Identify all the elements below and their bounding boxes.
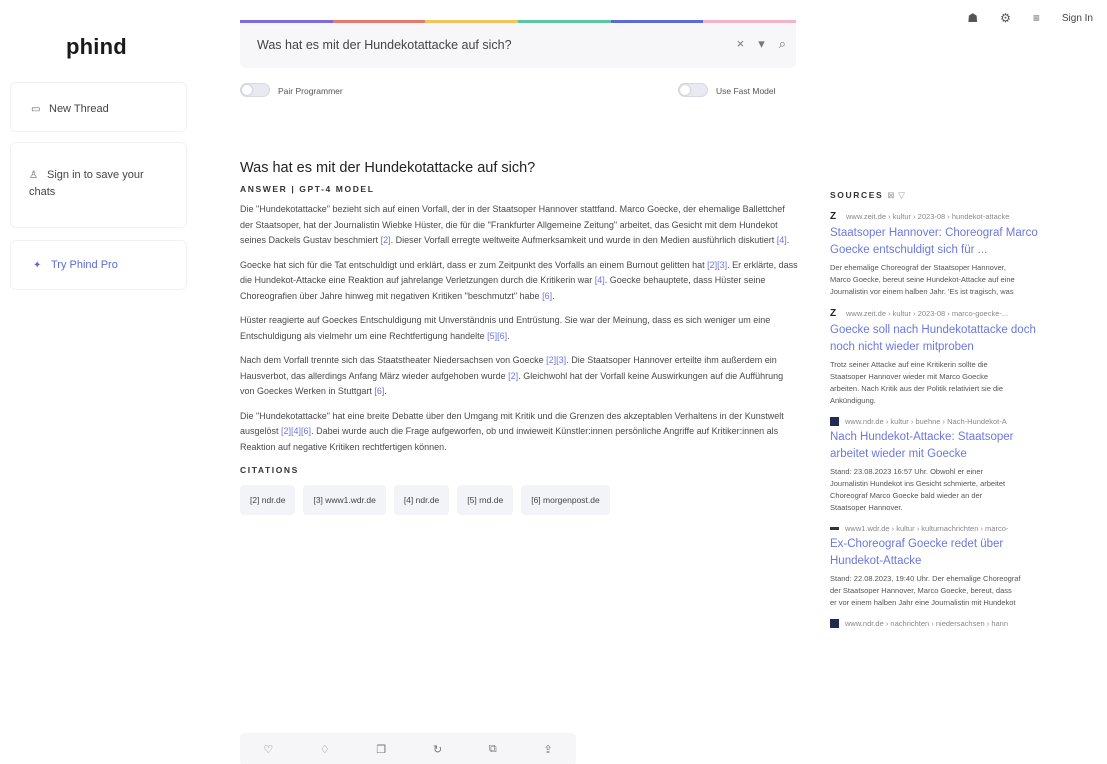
citation-chip[interactable]: [3] www1.wdr.de [303, 485, 386, 515]
citation-ref[interactable]: [2] [381, 235, 391, 245]
settings-icon[interactable]: ⚙ [1000, 11, 1011, 25]
citation-list: [2] ndr.de [3] www1.wdr.de [4] ndr.de [5… [240, 485, 798, 515]
top-right-toolbar: ☗ ⚙ ≡ Sign In [967, 11, 1093, 25]
answer-paragraph: Goecke hat sich für die Tat entschuldigt… [240, 259, 798, 301]
sparkle-icon: ✦ [33, 260, 42, 271]
citation-chip[interactable]: [4] ndr.de [393, 485, 450, 515]
expand-icon[interactable]: ⊠ [887, 190, 894, 200]
source-url: www1.wdr.de › kultur › kulturnachrichten… [845, 524, 1009, 533]
citations-label: CITATIONS [240, 465, 299, 475]
pair-programmer-label: Pair Programmer [278, 86, 343, 96]
search-input[interactable]: Was hat es mit der Hundekotattacke auf s… [257, 38, 512, 52]
source-url: www.ndr.de › nachrichten › niedersachsen… [845, 619, 1009, 628]
question-title: Was hat es mit der Hundekotattacke auf s… [240, 160, 536, 176]
share-icon[interactable]: ⧉ [489, 743, 497, 756]
wdr-favicon-icon [830, 527, 839, 530]
zeit-favicon-icon: Z [830, 211, 837, 222]
zeit-favicon-icon: Z [830, 308, 837, 319]
answer-paragraph: Hüster reagierte auf Goeckes Entschuldig… [240, 315, 771, 341]
source-title[interactable]: Ex-Choreograf Goecke redet über Hundekot-… [830, 536, 1107, 570]
sign-in-save-label: Sign in to save your chats [29, 169, 144, 198]
copy-icon[interactable]: ❐ [376, 743, 386, 756]
sources-label: SOURCES [830, 190, 884, 200]
citation-ref[interactable]: [2][3] [707, 260, 727, 270]
fast-model-toggle[interactable] [678, 83, 708, 97]
new-thread-label: New Thread [49, 103, 109, 115]
answer-model-label: ANSWER | GPT-4 MODEL [240, 184, 375, 194]
answer-actions: ♡ ♢ ❐ ↻ ⧉ ⇪ [240, 733, 576, 764]
try-pro-button[interactable]: ✦ Try Phind Pro [10, 240, 187, 290]
source-snippet: Stand: 22.08.2023, 19:40 Uhr. Der ehemal… [830, 574, 1021, 607]
answer-paragraph: Die "Hundekotattacke" hat eine breite De… [240, 410, 784, 452]
filter-icon[interactable]: ▽ [898, 190, 905, 200]
try-pro-label: Try Phind Pro [51, 259, 118, 271]
citation-chip[interactable]: [5] rnd.de [457, 485, 514, 515]
citation-ref[interactable]: [6] [374, 386, 384, 396]
search-box[interactable]: Was hat es mit der Hundekotattacke auf s… [240, 23, 796, 68]
source-url: www.zeit.de › kultur › 2023-08 › marco-g… [846, 309, 1009, 318]
thumbs-up-icon[interactable]: ♡ [263, 743, 273, 756]
sidebar: phind ▭ New Thread ♙ Sign in to save your … [0, 0, 195, 764]
citation-ref[interactable]: [5][6] [487, 331, 507, 341]
close-icon[interactable]: × [737, 36, 745, 52]
menu-icon[interactable]: ≡ [1033, 11, 1040, 25]
source-item[interactable]: www.ndr.de › nachrichten › niedersachsen… [830, 619, 1107, 628]
ndr-favicon-icon [830, 417, 839, 426]
chat-icon: ▭ [31, 104, 41, 115]
source-title[interactable]: Staatsoper Hannover: Choreograf Marco Goe… [830, 225, 1107, 259]
new-thread-button[interactable]: ▭ New Thread [10, 82, 187, 132]
source-snippet: Stand: 23.08.2023 16:57 Uhr. Obwohl er e… [830, 467, 1006, 512]
search-icon[interactable]: ⌕ [779, 36, 786, 52]
source-snippet: Trotz seiner Attacke auf eine Kritikerin… [830, 360, 1003, 405]
ndr-favicon-icon [830, 619, 839, 628]
citation-ref[interactable]: [6] [542, 291, 552, 301]
source-url: www.ndr.de › kultur › buehne › Nach-Hund… [845, 417, 1007, 426]
citation-ref[interactable]: [2] [508, 371, 518, 381]
citation-ref[interactable]: [4] [777, 235, 787, 245]
citation-chip[interactable]: [6] morgenpost.de [521, 485, 610, 515]
source-item[interactable]: www1.wdr.de › kultur › kulturnachrichten… [830, 524, 1107, 609]
export-icon[interactable]: ⇪ [543, 743, 552, 756]
answer-paragraph: Nach dem Vorfall trennte sich das Staats… [240, 355, 784, 396]
chevron-down-icon[interactable]: ▾ [758, 36, 765, 52]
sources-header: SOURCES ⊠ ▽ [830, 190, 1107, 201]
source-title[interactable]: Nach Hundekot-Attacke: Staatsoper arbeite… [830, 429, 1107, 463]
fast-model-label: Use Fast Model [716, 86, 776, 96]
citation-ref[interactable]: [2][4][6] [281, 426, 311, 436]
source-item[interactable]: Zwww.zeit.de › kultur › 2023-08 › hundek… [830, 211, 1107, 298]
source-item[interactable]: www.ndr.de › kultur › buehne › Nach-Hund… [830, 417, 1107, 514]
source-url: www.zeit.de › kultur › 2023-08 › hundeko… [846, 212, 1010, 221]
discord-icon[interactable]: ☗ [967, 11, 978, 25]
source-title[interactable]: Goecke soll nach Hundekotattacke doch noc… [830, 322, 1107, 356]
thumbs-down-icon[interactable]: ♢ [320, 743, 330, 756]
source-snippet: Der ehemalige Choreograf der Staatsoper … [830, 263, 1015, 296]
citation-ref[interactable]: [2][3] [546, 355, 566, 365]
regenerate-icon[interactable]: ↻ [433, 743, 442, 756]
sources-panel: SOURCES ⊠ ▽ Zwww.zeit.de › kultur › 2023-0… [830, 190, 1107, 638]
user-icon: ♙ [29, 170, 38, 181]
source-item[interactable]: Zwww.zeit.de › kultur › 2023-08 › marco-… [830, 308, 1107, 407]
sign-in-save-button[interactable]: ♙ Sign in to save your chats [10, 142, 187, 228]
answer-panel: Was hat es mit der Hundekotattacke auf s… [240, 160, 798, 515]
pair-programmer-toggle[interactable] [240, 83, 270, 97]
answer-paragraph: Die "Hundekotattacke" bezieht sich auf e… [240, 204, 790, 245]
citation-ref[interactable]: [4] [595, 275, 605, 285]
citation-chip[interactable]: [2] ndr.de [240, 485, 296, 515]
app-logo[interactable]: phind [66, 34, 127, 60]
sign-in-link[interactable]: Sign In [1062, 13, 1093, 24]
